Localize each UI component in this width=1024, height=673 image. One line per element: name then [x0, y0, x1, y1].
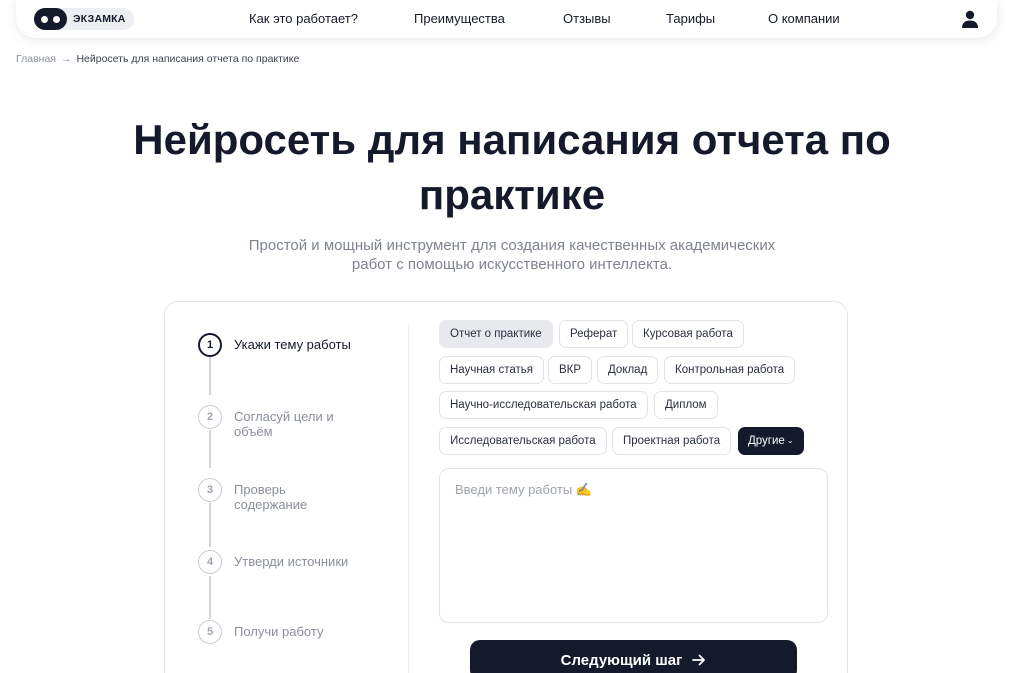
site-header: ЭКЗАМКА Как это работает? Преимущества О…	[16, 0, 997, 38]
nav-pricing[interactable]: Тарифы	[666, 11, 715, 26]
chip-practice-report[interactable]: Отчет о практике	[439, 320, 553, 348]
chip-project-work[interactable]: Проектная работа	[612, 427, 732, 455]
chip-vkr[interactable]: ВКР	[548, 356, 593, 384]
step-label: Получи работу	[234, 624, 324, 639]
chip-investigative-work[interactable]: Исследовательская работа	[439, 427, 607, 455]
step-label: Согласуй цели и объём	[234, 409, 334, 439]
step-label: Укажи тему работы	[234, 337, 351, 352]
logo-mark-icon	[34, 8, 67, 30]
chip-coursework[interactable]: Курсовая работа	[632, 320, 744, 348]
chip-research-work[interactable]: Научно-исследовательская работа	[439, 391, 648, 419]
breadcrumb: Главная → Нейросеть для написания отчета п…	[16, 53, 299, 65]
chip-other-dropdown[interactable]: Другие ⌄	[738, 427, 804, 455]
step-5: 5 Получи работу	[198, 620, 364, 644]
step-label: Утверди источники	[234, 554, 349, 569]
chip-report[interactable]: Доклад	[597, 356, 659, 384]
next-step-button[interactable]: Следующий шаг	[470, 640, 797, 673]
step-1: 1 Укажи тему работы	[198, 333, 364, 357]
page-title-line-1: Нейросеть для написания отчета по	[133, 116, 891, 163]
breadcrumb-current: Нейросеть для написания отчета по практи…	[76, 53, 300, 65]
logo-text: ЭКЗАМКА	[73, 13, 126, 25]
chip-control-work[interactable]: Контрольная работа	[664, 356, 796, 384]
step-label: Проверь содержание	[234, 482, 308, 512]
next-step-label: Следующий шаг	[560, 651, 683, 669]
chip-abstract[interactable]: Реферат	[559, 320, 629, 348]
step-2: 2 Согласуй цели и объём	[198, 405, 349, 439]
page-subtitle-line-2: работ с помощью искусственного интеллект…	[351, 256, 673, 273]
arrow-right-icon	[692, 654, 706, 666]
topic-input[interactable]	[439, 468, 828, 623]
nav-reviews[interactable]: Отзывы	[563, 11, 611, 26]
nav-advantages[interactable]: Преимущества	[414, 11, 505, 26]
chip-scientific-article[interactable]: Научная статья	[439, 356, 544, 384]
chevron-down-icon: ⌄	[786, 436, 794, 445]
breadcrumb-separator: →	[60, 53, 72, 65]
page-title-line-2: практике	[418, 171, 606, 218]
step-number: 2	[198, 405, 222, 429]
chip-diploma[interactable]: Диплом	[654, 391, 718, 419]
wizard-card: 1 Укажи тему работы 2 Согласуй цели и об…	[164, 301, 848, 673]
step-number: 5	[198, 620, 222, 644]
logo[interactable]: ЭКЗАМКА	[34, 8, 134, 30]
user-icon[interactable]	[960, 9, 980, 29]
page-subtitle-line-1: Простой и мощный инструмент для создания…	[248, 237, 776, 254]
chip-other-label: Другие	[748, 435, 785, 447]
card-divider	[408, 322, 409, 673]
breadcrumb-home-link[interactable]: Главная	[16, 53, 56, 65]
step-number: 1	[198, 333, 222, 357]
step-3: 3 Проверь содержание	[198, 478, 324, 512]
step-number: 3	[198, 478, 222, 502]
step-4: 4 Утверди источники	[198, 550, 364, 574]
page-subtitle: Простой и мощный инструмент для создания…	[0, 236, 1024, 274]
nav-how-it-works[interactable]: Как это работает?	[249, 11, 358, 26]
step-number: 4	[198, 550, 222, 574]
step-connector	[209, 357, 211, 395]
step-connector	[209, 576, 211, 619]
page-title: Нейросеть для написания отчета по практи…	[0, 112, 1024, 222]
nav-about[interactable]: О компании	[768, 11, 840, 26]
